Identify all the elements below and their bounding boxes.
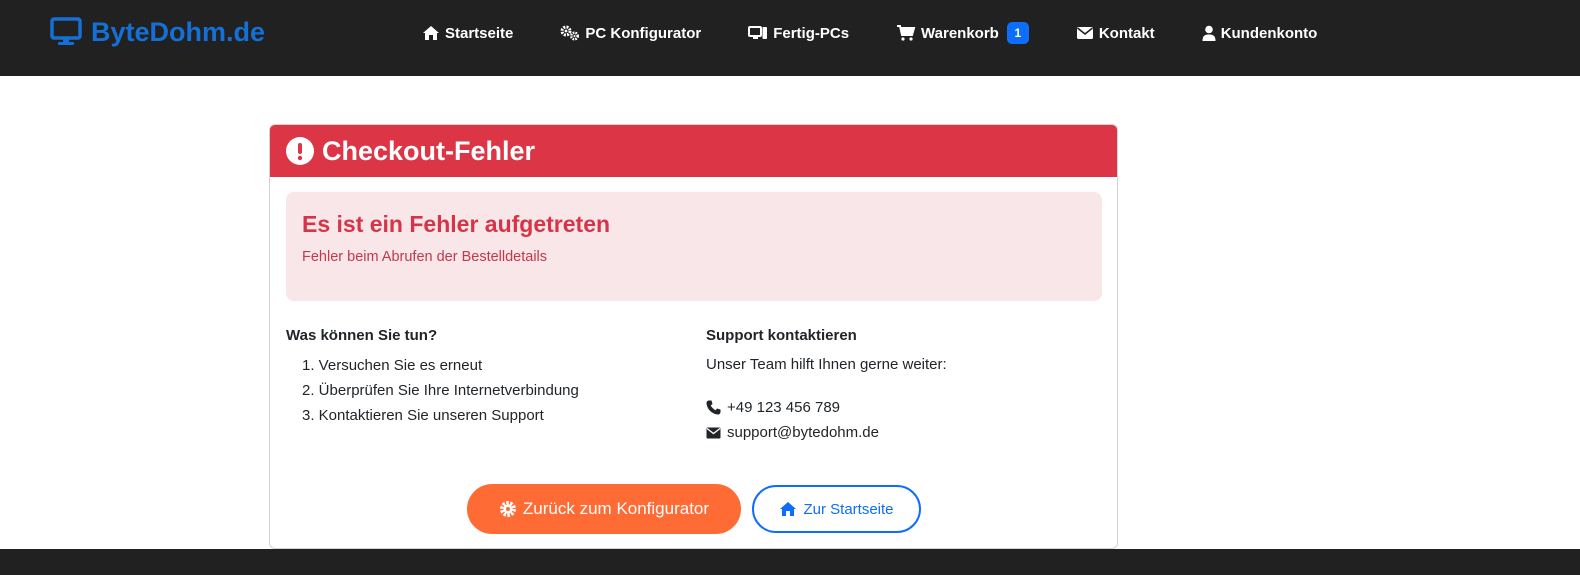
nav-item-kontakt[interactable]: Kontakt (1076, 25, 1155, 42)
phone-icon (706, 400, 721, 415)
home-icon (422, 25, 440, 41)
cart-count-badge: 1 (1006, 22, 1029, 44)
nav-item-pc-konfigurator[interactable]: PC Konfigurator (560, 25, 701, 42)
user-icon (1202, 25, 1216, 41)
nav-item-label: Kontakt (1098, 24, 1155, 42)
brand-name: ByteDohm.de (91, 16, 266, 47)
gear-icon (499, 500, 517, 518)
desktop-icon (748, 25, 768, 41)
envelope-icon (706, 427, 721, 439)
nav-item-warenkorb[interactable]: Warenkorb 1 (896, 22, 1029, 44)
email-address: support@bytedohm.de (727, 424, 879, 441)
email-contact[interactable]: support@bytedohm.de (706, 420, 1106, 445)
checkout-error-card: Checkout-Fehler Es ist ein Fehler aufget… (269, 124, 1118, 549)
cart-icon (896, 25, 916, 41)
nav-item-fertig-pcs[interactable]: Fertig-PCs (748, 25, 849, 42)
nav-item-label: PC Konfigurator (585, 24, 702, 42)
nav-item-kundenkonto[interactable]: Kundenkonto (1202, 24, 1318, 42)
phone-contact[interactable]: +49 123 456 789 (706, 395, 1106, 420)
exclamation-circle-icon (286, 137, 314, 165)
alert-message: Fehler beim Abrufen der Bestelldetails (302, 249, 548, 265)
alert-heading: Es ist ein Fehler aufgetreten (302, 211, 611, 237)
steps-heading: Was können Sie tun? (286, 327, 438, 344)
error-alert: Es ist ein Fehler aufgetreten Fehler bei… (286, 192, 1102, 301)
to-homepage-button[interactable]: Zur Startseite (752, 485, 921, 533)
back-to-configurator-button[interactable]: Zurück zum Konfigurator (467, 484, 741, 534)
monitor-icon (50, 16, 82, 48)
nav-item-label: Startseite (445, 24, 514, 42)
home-icon (779, 501, 797, 517)
phone-number: +49 123 456 789 (727, 399, 841, 416)
envelope-icon (1076, 26, 1094, 40)
support-heading: Support kontaktieren (706, 327, 857, 344)
support-text: Unser Team hilft Ihnen gerne weiter: (706, 356, 947, 373)
nav-item-startseite[interactable]: Startseite (422, 25, 513, 42)
list-item: 1. Versuchen Sie es erneut (302, 357, 483, 374)
nav-item-label: Fertig-PCs (773, 24, 850, 42)
card-header: Checkout-Fehler (270, 125, 1117, 177)
list-item: 2. Überprüfen Sie Ihre Internetverbindun… (302, 382, 579, 399)
gears-icon (560, 25, 580, 41)
steps-list: 1. Versuchen Sie es erneut 2. Überprüfen… (286, 353, 686, 428)
main-nav: Startseite PC Konfigurator Fertig-PCs Wa… (422, 21, 1317, 45)
page-footer (0, 549, 1580, 575)
button-label: Zur Startseite (803, 500, 894, 518)
list-item: 3. Kontaktieren Sie unseren Support (302, 407, 544, 424)
nav-item-label: Warenkorb (921, 24, 999, 42)
nav-item-label: Kundenkonto (1220, 24, 1318, 42)
page-title: Checkout-Fehler (322, 135, 536, 166)
support-section: Support kontaktieren Unser Team hilft Ih… (706, 325, 1106, 445)
top-navbar: ByteDohm.de Startseite PC Konfigurator F… (0, 0, 1580, 76)
steps-section: Was können Sie tun? 1. Versuchen Sie es … (286, 325, 686, 428)
button-label: Zurück zum Konfigurator (522, 499, 710, 518)
brand-logo-link[interactable]: ByteDohm.de (50, 16, 265, 48)
